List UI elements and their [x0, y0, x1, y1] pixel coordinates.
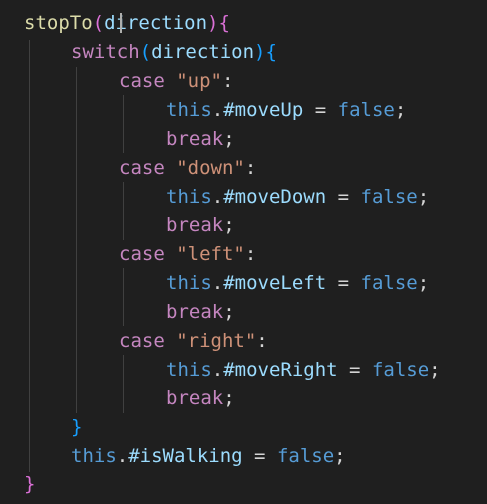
indent-guide	[123, 95, 124, 153]
code-line-break[interactable]: break;	[166, 384, 235, 412]
indent-guide	[123, 268, 124, 326]
indent-guide	[123, 355, 124, 413]
switch-keyword: switch	[71, 41, 140, 63]
private-field: #isWalking	[128, 445, 243, 467]
close-paren: )	[254, 41, 266, 63]
case-label: "down"	[176, 157, 245, 179]
code-line-close-switch[interactable]: }	[71, 413, 82, 441]
open-paren: (	[92, 12, 105, 34]
case-keyword: case	[119, 157, 165, 179]
code-line-case[interactable]: case "left":	[119, 240, 256, 268]
case-keyword: case	[119, 70, 165, 92]
false-literal: false	[360, 272, 418, 294]
code-line-assign[interactable]: this.#moveRight = false;	[166, 356, 441, 384]
code-line-case[interactable]: case "down":	[119, 154, 256, 182]
case-keyword: case	[119, 330, 165, 352]
code-editor[interactable]: stopTo(direction){ switch(direction){ ca…	[0, 0, 487, 504]
case-label: "up"	[176, 70, 222, 92]
open-paren: (	[139, 41, 152, 63]
indent-guide	[76, 67, 77, 413]
param-name: direction	[151, 41, 255, 63]
break-keyword: break	[166, 301, 224, 323]
code-line-case[interactable]: case "right":	[119, 327, 268, 355]
case-label: "left"	[176, 243, 245, 265]
private-field: #moveRight	[223, 359, 338, 381]
code-line-close-function[interactable]: }	[24, 470, 35, 498]
break-keyword: break	[166, 387, 224, 409]
this-keyword: this	[166, 186, 212, 208]
code-line-break[interactable]: break;	[166, 211, 235, 239]
close-paren: )	[207, 12, 219, 34]
break-keyword: break	[166, 214, 224, 236]
code-line-break[interactable]: break;	[166, 298, 235, 326]
this-keyword: this	[166, 359, 212, 381]
close-brace: }	[24, 473, 36, 495]
code-line-1[interactable]: stopTo(direction){	[24, 9, 230, 37]
code-line-break[interactable]: break;	[166, 125, 235, 153]
this-keyword: this	[166, 99, 212, 121]
code-line-assign[interactable]: this.#isWalking = false;	[71, 442, 346, 470]
code-line-case[interactable]: case "up":	[119, 67, 233, 95]
case-label: "right"	[176, 330, 257, 352]
break-keyword: break	[166, 128, 224, 150]
this-keyword: this	[71, 445, 117, 467]
this-keyword: this	[166, 272, 212, 294]
close-brace: }	[71, 416, 83, 438]
code-line-assign[interactable]: this.#moveDown = false;	[166, 183, 429, 211]
code-line-assign[interactable]: this.#moveLeft = false;	[166, 269, 429, 297]
case-keyword: case	[119, 243, 165, 265]
private-field: #moveDown	[223, 186, 327, 208]
text-cursor	[120, 13, 122, 33]
false-literal: false	[371, 359, 430, 381]
open-brace: {	[265, 41, 277, 63]
indent-guide	[29, 40, 30, 472]
private-field: #moveLeft	[223, 272, 327, 294]
function-name: stopTo	[24, 12, 93, 34]
code-line-2[interactable]: switch(direction){	[71, 38, 277, 66]
indent-guide	[123, 182, 124, 240]
false-literal: false	[276, 445, 335, 467]
false-literal: false	[337, 99, 395, 121]
private-field: #moveUp	[223, 99, 304, 121]
open-brace: {	[218, 12, 230, 34]
false-literal: false	[360, 186, 418, 208]
code-line-assign[interactable]: this.#moveUp = false;	[166, 96, 406, 124]
